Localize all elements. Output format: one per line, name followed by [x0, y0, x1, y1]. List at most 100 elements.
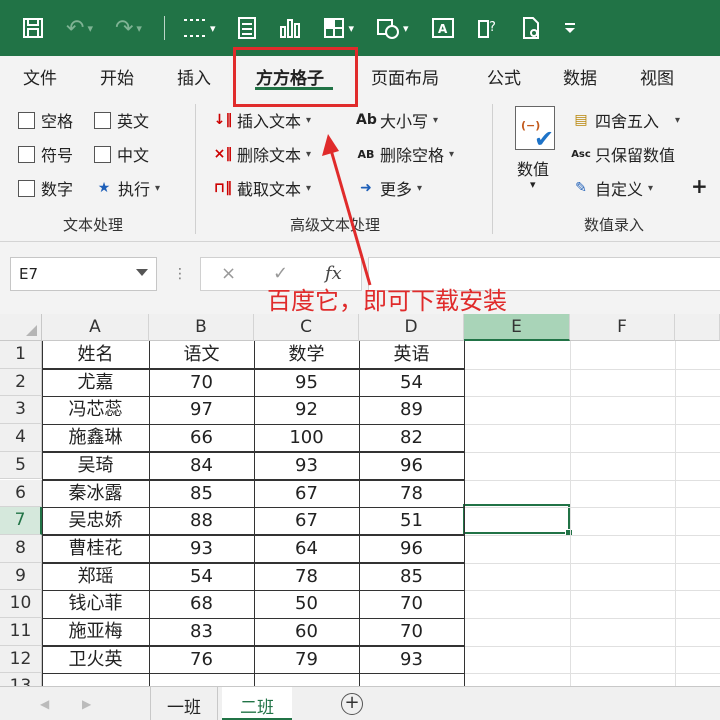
more-button[interactable]: ➜ 更多 ▾ — [356, 176, 422, 200]
row-header[interactable]: 12 — [0, 645, 42, 674]
table-cell[interactable]: 54 — [149, 563, 254, 591]
table-cell[interactable]: 秦冰露 — [42, 480, 149, 508]
table-cell[interactable]: 83 — [149, 618, 254, 646]
tab-file[interactable]: 文件 — [23, 64, 57, 89]
table-cell[interactable]: 93 — [254, 452, 359, 480]
table-cell[interactable]: 60 — [254, 618, 359, 646]
table-cell[interactable]: 66 — [149, 424, 254, 452]
row-header[interactable]: 7 — [0, 507, 42, 535]
row-header[interactable]: 11 — [0, 618, 42, 646]
column-header-f[interactable]: F — [570, 314, 675, 341]
row-header[interactable]: 6 — [0, 479, 42, 508]
custom-button[interactable]: ✎ 自定义 ▾ — [571, 176, 653, 200]
check-symbol[interactable]: 符号 — [18, 142, 73, 166]
table-cell[interactable]: 96 — [359, 535, 464, 563]
check-number[interactable]: 数字 — [18, 176, 73, 200]
prev-sheet-icon[interactable]: ◀ — [40, 697, 49, 711]
add-sheet-icon[interactable]: + — [341, 693, 363, 715]
table-cell[interactable]: 吴忠娇 — [42, 507, 149, 535]
check-space[interactable]: 空格 — [18, 108, 73, 132]
delete-text-button[interactable]: ×‖ 删除文本 ▾ — [213, 142, 311, 166]
sheet-tab-1[interactable]: 一班 — [150, 687, 218, 720]
table-cell[interactable]: 卫火英 — [42, 646, 149, 674]
tab-data[interactable]: 数据 — [563, 64, 597, 89]
table-cell[interactable]: 76 — [149, 646, 254, 674]
table-cell[interactable]: 51 — [359, 507, 464, 535]
save-icon[interactable] — [22, 13, 44, 43]
header-cell[interactable]: 英语 — [359, 341, 464, 369]
next-sheet-icon[interactable]: ▶ — [82, 697, 91, 711]
name-box[interactable]: E7 — [10, 257, 157, 291]
table-cell[interactable]: 钱心菲 — [42, 590, 149, 618]
checkbox[interactable] — [94, 111, 111, 129]
table-cell[interactable]: 96 — [359, 452, 464, 480]
table-cell[interactable]: 89 — [359, 396, 464, 424]
selected-cell-e7[interactable] — [463, 504, 573, 537]
shapes-icon[interactable]: ▾ — [376, 13, 409, 43]
row-header[interactable]: 4 — [0, 424, 42, 452]
table-cell[interactable]: 70 — [359, 618, 464, 646]
row-header[interactable]: 9 — [0, 562, 42, 591]
textbox-icon[interactable]: A — [431, 13, 455, 43]
table-cell[interactable]: 70 — [149, 369, 254, 397]
table-cell[interactable]: 68 — [149, 590, 254, 618]
table-cell[interactable]: 冯芯蕊 — [42, 396, 149, 424]
table-cell[interactable]: 100 — [254, 424, 359, 452]
table-cell[interactable]: 曹桂花 — [42, 535, 149, 563]
table-cell[interactable]: 54 — [359, 369, 464, 397]
table-cell[interactable]: 93 — [149, 535, 254, 563]
table-cell[interactable]: 67 — [254, 480, 359, 508]
form-icon[interactable] — [237, 13, 257, 43]
keep-values-button[interactable]: Asc 只保留数值 — [571, 142, 675, 166]
table-cell[interactable]: 施鑫琳 — [42, 424, 149, 452]
extract-text-button[interactable]: ⊓‖ 截取文本 ▾ — [213, 176, 311, 200]
checkbox[interactable] — [18, 179, 35, 197]
execute-button[interactable]: ★ 执行 ▾ — [94, 176, 160, 200]
sheet-tab-2[interactable]: 二班 — [222, 687, 292, 720]
cancel-icon[interactable]: × — [221, 263, 236, 284]
column-header-b[interactable]: B — [149, 314, 254, 341]
table-cell[interactable]: 78 — [359, 480, 464, 508]
column-header-a[interactable]: A — [42, 314, 149, 341]
plus-icon[interactable]: + — [691, 174, 708, 198]
column-header-c[interactable]: C — [254, 314, 359, 341]
table-cell[interactable]: 64 — [254, 535, 359, 563]
header-cell[interactable]: 姓名 — [42, 341, 149, 369]
remove-spaces-button[interactable]: AB 删除空格 ▾ — [356, 142, 455, 166]
row-header[interactable]: 1 — [0, 341, 42, 369]
document-icon[interactable] — [521, 13, 541, 43]
insert-text-button[interactable]: ↓‖ 插入文本 ▾ — [213, 108, 311, 132]
column-header-e[interactable]: E — [464, 314, 570, 341]
table-cell[interactable]: 尤嘉 — [42, 369, 149, 397]
header-cell[interactable]: 语文 — [149, 341, 254, 369]
tab-insert[interactable]: 插入 — [177, 64, 211, 89]
checkbox[interactable] — [94, 145, 111, 163]
row-header[interactable]: 10 — [0, 590, 42, 618]
gridlines-icon[interactable]: ▾ — [183, 13, 215, 43]
column-header-g[interactable] — [675, 314, 720, 341]
table-cell[interactable]: 吴琦 — [42, 452, 149, 480]
row-header[interactable]: 3 — [0, 396, 42, 425]
header-cell[interactable]: 数学 — [254, 341, 359, 369]
table-cell[interactable]: 88 — [149, 507, 254, 535]
table-cell[interactable]: 79 — [254, 646, 359, 674]
table-cell[interactable]: 70 — [359, 590, 464, 618]
table-cell[interactable]: 85 — [359, 563, 464, 591]
chart-icon[interactable] — [279, 13, 301, 43]
column-header-d[interactable]: D — [359, 314, 464, 341]
tab-home[interactable]: 开始 — [100, 64, 134, 89]
table-cell[interactable]: 95 — [254, 369, 359, 397]
checkbox[interactable] — [18, 145, 35, 163]
table-cell[interactable]: 78 — [254, 563, 359, 591]
table-cell[interactable]: 92 — [254, 396, 359, 424]
select-all-corner[interactable] — [0, 314, 42, 341]
value-button[interactable]: 数值 — [517, 156, 549, 180]
tab-formulas[interactable]: 公式 — [487, 64, 521, 89]
table-cell[interactable]: 施亚梅 — [42, 618, 149, 646]
undo-icon[interactable]: ↶ ▾ — [66, 13, 93, 43]
check-english[interactable]: 英文 — [94, 108, 149, 132]
table-cell[interactable]: 93 — [359, 646, 464, 674]
help-icon[interactable]: ? — [477, 13, 499, 43]
tab-view[interactable]: 视图 — [640, 64, 674, 89]
check-chinese[interactable]: 中文 — [94, 142, 149, 166]
